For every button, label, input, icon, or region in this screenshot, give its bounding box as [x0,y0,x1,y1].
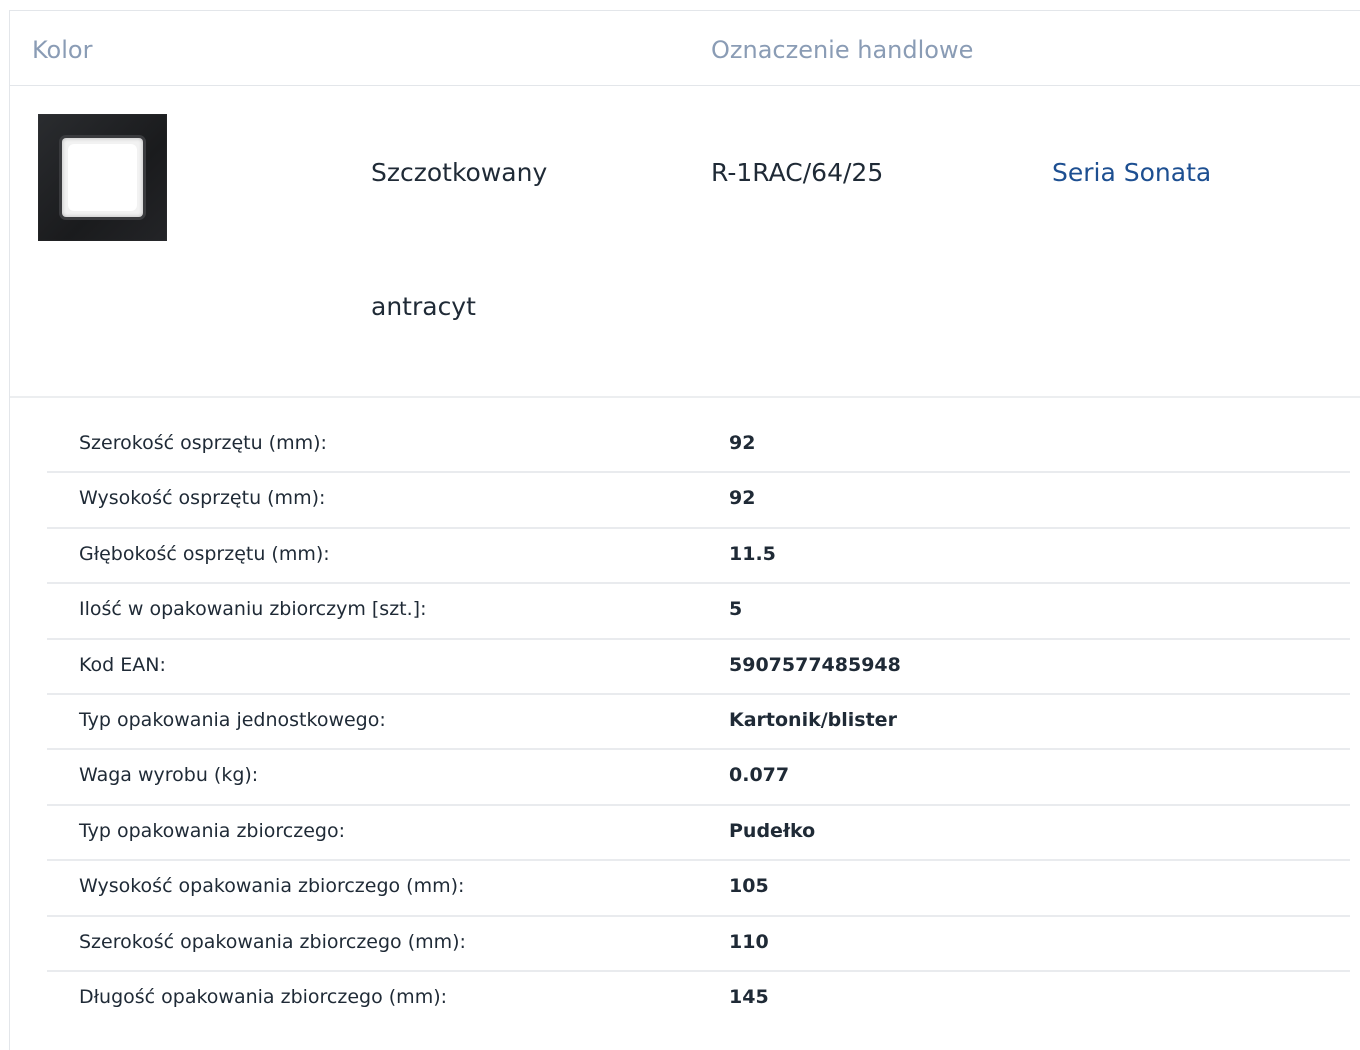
spec-row: Szerokość opakowania zbiorczego (mm): 11… [47,917,1350,972]
series-link[interactable]: Seria Sonata [1052,158,1211,187]
frame-insert-graphic [62,138,143,217]
spec-value: 11.5 [729,542,776,565]
spec-row: Typ opakowania jednostkowego: Kartonik/b… [47,695,1350,751]
spec-label: Kod EAN: [79,653,166,676]
spec-value: 0.077 [729,764,790,787]
spec-row: Głębokość osprzętu (mm): 11.5 [47,529,1350,585]
spec-row: Wysokość osprzętu (mm): 92 [47,473,1350,529]
spec-row: Kod EAN: 5907577485948 [47,640,1350,695]
product-row: Szczotkowany antracyt R-1RAC/64/25 Seria… [10,86,1360,398]
spec-label: Ilość w opakowaniu zbiorczym [szt.]: [79,598,427,621]
spec-value: 105 [729,875,769,898]
spec-label: Typ opakowania jednostkowego: [79,708,386,731]
spec-value: Pudełko [729,819,816,842]
spec-value: 5907577485948 [729,653,901,676]
spec-row: Waga wyrobu (kg): 0.077 [47,750,1350,806]
trade-code: R-1RAC/64/25 [711,158,884,187]
spec-label: Szerokość osprzętu (mm): [79,432,327,454]
spec-value: 110 [729,930,769,953]
spec-row: Szerokość osprzętu (mm): 92 [47,418,1350,474]
table-header: Kolor Oznaczenie handlowe [10,11,1360,86]
color-name-line-1: Szczotkowany [371,158,548,187]
color-name-line-2: antracyt [371,292,476,321]
column-header-trade-designation: Oznaczenie handlowe [711,36,974,64]
spec-row: Wysokość opakowania zbiorczego (mm): 105 [47,861,1350,917]
column-header-color: Kolor [32,36,93,64]
spec-value: 92 [729,487,756,510]
spec-label: Długość opakowania zbiorczego (mm): [79,985,448,1008]
spec-label: Wysokość osprzętu (mm): [79,487,326,510]
spec-value: 5 [729,598,743,621]
spec-row: Ilość w opakowaniu zbiorczym [szt.]: 5 [47,584,1350,640]
spec-label: Szerokość opakowania zbiorczego (mm): [79,930,466,953]
spec-label: Wysokość opakowania zbiorczego (mm): [79,875,465,898]
spec-value: 145 [729,985,769,1008]
spec-value: 92 [729,432,756,454]
product-thumbnail-image[interactable] [38,114,167,241]
spec-value: Kartonik/blister [729,708,897,731]
spec-row: Typ opakowania zbiorczego: Pudełko [47,806,1350,862]
spec-row: Długość opakowania zbiorczego (mm): 145 [47,972,1350,1027]
spec-label: Typ opakowania zbiorczego: [79,819,345,842]
spec-label: Głębokość osprzętu (mm): [79,542,330,565]
specifications-table: Szerokość osprzętu (mm): 92 Wysokość osp… [47,418,1350,1027]
spec-label: Waga wyrobu (kg): [79,764,259,787]
